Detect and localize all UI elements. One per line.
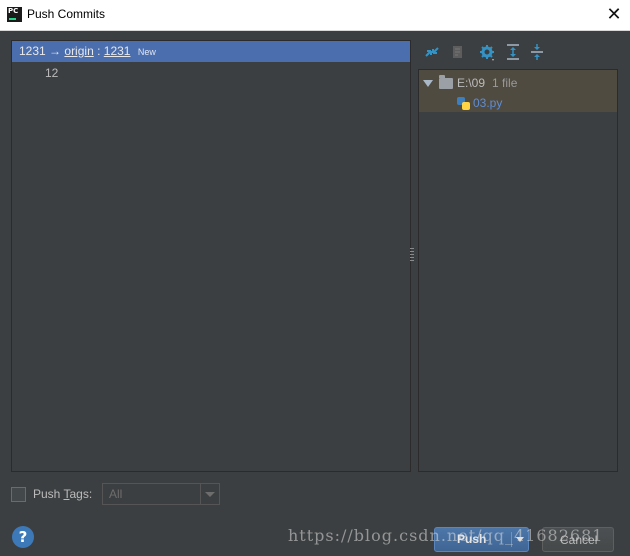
remote-link[interactable]: origin bbox=[64, 44, 93, 58]
folder-icon bbox=[439, 75, 453, 90]
file-count: 1 file bbox=[492, 76, 518, 90]
tree-file-node[interactable]: 03.py bbox=[457, 94, 502, 112]
local-branch: 1231 bbox=[19, 44, 46, 58]
push-options-dropdown-icon[interactable] bbox=[516, 537, 524, 542]
expand-diff-icon[interactable] bbox=[422, 42, 442, 62]
expand-triangle-icon[interactable] bbox=[423, 80, 433, 88]
python-file-icon bbox=[457, 97, 470, 111]
edit-source-icon[interactable] bbox=[448, 42, 468, 62]
logo-text: PC bbox=[8, 7, 19, 15]
changes-toolbar bbox=[418, 40, 618, 66]
window-title: Push Commits bbox=[27, 7, 106, 21]
new-badge: New bbox=[137, 47, 156, 57]
commit-item[interactable]: 12 bbox=[45, 66, 58, 80]
branch-row[interactable]: 1231 → origin : 1231 New bbox=[12, 41, 410, 62]
push-button[interactable]: Push bbox=[434, 527, 529, 552]
tree-directory-node[interactable]: E:\09 1 file bbox=[423, 74, 517, 92]
push-tags-label-suffix: ags: bbox=[69, 487, 93, 501]
changes-tree-panel: E:\09 1 file 03.py bbox=[418, 69, 618, 472]
push-tags-checkbox[interactable] bbox=[11, 487, 26, 502]
directory-path: E:\09 bbox=[457, 76, 486, 90]
push-tags-label-prefix: Push bbox=[33, 487, 64, 501]
commits-panel: 1231 → origin : 1231 New 12 bbox=[11, 40, 411, 472]
file-name: 03.py bbox=[473, 96, 503, 110]
push-button-divider bbox=[511, 532, 512, 547]
branch-separator: : bbox=[97, 44, 101, 58]
arrow-icon: → bbox=[49, 44, 62, 58]
settings-gear-icon[interactable] bbox=[477, 42, 497, 62]
pycharm-logo-icon: PC bbox=[7, 7, 22, 22]
title-bar: PC Push Commits ✕ bbox=[0, 0, 630, 31]
splitter-handle[interactable] bbox=[410, 248, 414, 262]
tags-select-value: All bbox=[109, 487, 123, 501]
cancel-button-label: Cancel bbox=[560, 533, 598, 547]
tags-select[interactable]: All bbox=[102, 483, 220, 505]
push-tags-label: Push Tags: bbox=[33, 487, 92, 501]
chevron-down-icon[interactable] bbox=[200, 484, 219, 504]
dialog-footer: Push Tags: All ? Push Cancel https://blo… bbox=[0, 476, 630, 556]
collapse-all-icon[interactable] bbox=[527, 42, 547, 62]
cancel-button[interactable]: Cancel bbox=[542, 527, 614, 552]
remote-branch-link[interactable]: 1231 bbox=[104, 44, 131, 58]
help-button[interactable]: ? bbox=[12, 526, 34, 548]
close-button[interactable]: ✕ bbox=[604, 5, 624, 25]
expand-all-icon[interactable] bbox=[503, 42, 523, 62]
push-button-label: Push bbox=[457, 532, 487, 546]
